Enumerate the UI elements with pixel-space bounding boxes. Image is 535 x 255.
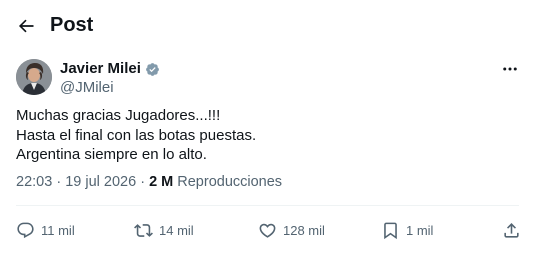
more-options-button[interactable] bbox=[498, 57, 522, 81]
meta-separator: · bbox=[140, 174, 146, 190]
more-icon bbox=[503, 67, 517, 71]
author-handle[interactable]: @JMilei bbox=[60, 79, 114, 97]
bookmark-button[interactable]: 1 mil bbox=[381, 215, 433, 245]
page-title: Post bbox=[50, 14, 94, 36]
reply-icon bbox=[17, 222, 34, 238]
tweet-time[interactable]: 22:03 bbox=[16, 174, 52, 190]
views-count: 2 M bbox=[149, 174, 174, 190]
tweet-line: Argentina siempre en lo alto. bbox=[16, 146, 207, 163]
tweet-meta: 22:03 · 19 jul 2026 · 2 M Reproducciones bbox=[16, 173, 282, 191]
reply-button[interactable]: 11 mil bbox=[16, 215, 75, 245]
author-name-row: Javier Milei bbox=[60, 60, 160, 78]
views-label[interactable]: Reproducciones bbox=[177, 174, 282, 190]
tweet-text: Muchas gracias Jugadores...!!! Hasta el … bbox=[16, 106, 516, 165]
author-display-name[interactable]: Javier Milei bbox=[60, 60, 141, 78]
divider bbox=[16, 205, 519, 206]
meta-separator: · bbox=[56, 174, 62, 190]
tweet-date[interactable]: 19 jul 2026 bbox=[65, 174, 136, 190]
share-button[interactable] bbox=[502, 215, 521, 245]
verified-badge-icon bbox=[145, 62, 160, 77]
heart-icon bbox=[259, 223, 276, 238]
reply-count: 11 mil bbox=[41, 222, 75, 238]
bookmark-count: 1 mil bbox=[406, 222, 434, 238]
tweet-line: Muchas gracias Jugadores...!!! bbox=[16, 107, 221, 124]
avatar-image bbox=[16, 59, 52, 95]
like-count: 128 mil bbox=[283, 222, 325, 238]
bookmark-icon bbox=[384, 222, 397, 239]
action-bar: 11 mil 14 mil 128 mil 1 mil bbox=[0, 215, 535, 245]
avatar[interactable] bbox=[16, 59, 52, 95]
share-icon bbox=[504, 222, 519, 238]
like-button[interactable]: 128 mil bbox=[258, 215, 325, 245]
tweet-line: Hasta el final con las botas puestas. bbox=[16, 126, 257, 144]
post-header: Post bbox=[0, 0, 535, 52]
back-button[interactable] bbox=[12, 12, 40, 40]
arrow-left-icon bbox=[18, 19, 34, 33]
repost-count: 14 mil bbox=[159, 222, 194, 238]
repost-button[interactable]: 14 mil bbox=[134, 215, 194, 245]
repost-icon bbox=[134, 223, 153, 237]
